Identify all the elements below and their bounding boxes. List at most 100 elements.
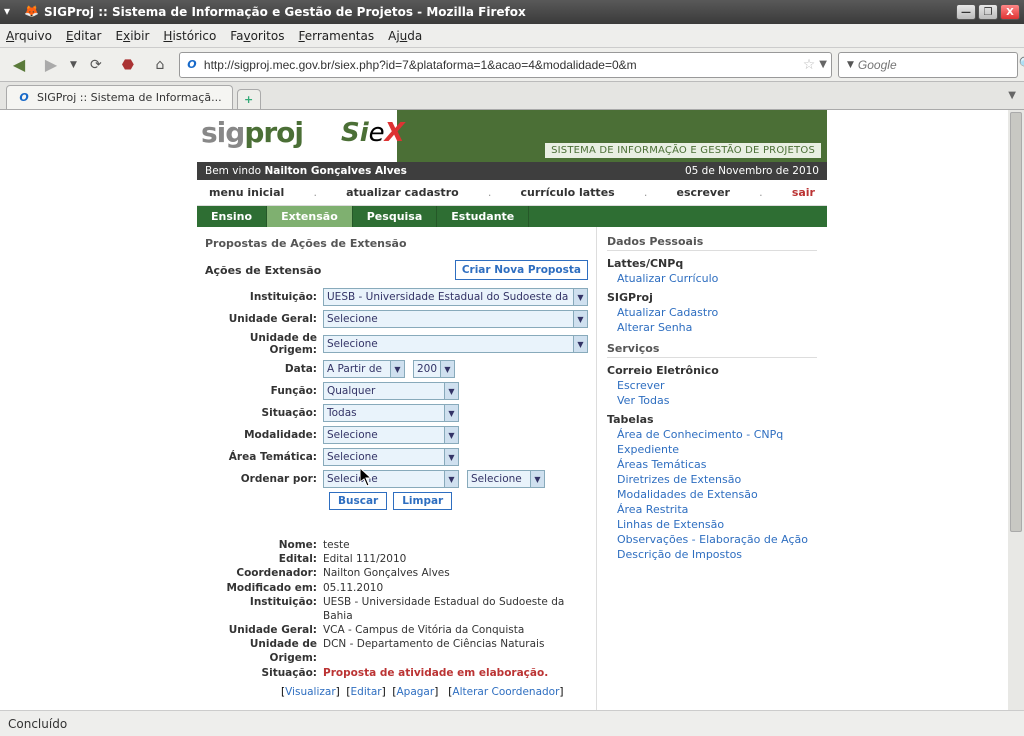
browser-menubar: AArquivorquivo Editar Exibir Histórico F… [0, 24, 1024, 48]
browser-tab[interactable]: O SIGProj :: Sistema de Informaçã... [6, 85, 233, 109]
link-expediente[interactable]: Expediente [617, 443, 817, 456]
link-curriculo-lattes[interactable]: currículo lattes [521, 186, 615, 199]
chevron-down-icon: ▼ [444, 383, 458, 399]
new-proposal-button[interactable]: Criar Nova Proposta [455, 260, 588, 280]
result-actions: [Visualizar] [Editar] [Apagar] [Alterar … [281, 686, 588, 698]
link-linhas-extensao[interactable]: Linhas de Extensão [617, 518, 817, 531]
search-bar[interactable]: ▼ 🔍 [838, 52, 1018, 78]
action-apagar[interactable]: Apagar [396, 686, 434, 698]
buscar-button[interactable]: Buscar [329, 492, 387, 510]
search-input[interactable] [858, 58, 1015, 72]
select-area-tematica[interactable]: Selecione▼ [323, 448, 459, 466]
link-diretrizes-extensao[interactable]: Diretrizes de Extensão [617, 473, 817, 486]
menu-arquivo[interactable]: AArquivorquivo [6, 29, 52, 43]
label-situacao: Situação: [205, 407, 323, 419]
site-identity-icon[interactable]: O [184, 57, 200, 73]
select-funcao[interactable]: Qualquer▼ [323, 382, 459, 400]
sidebar-cat-sigproj: SIGProj [607, 291, 817, 304]
link-area-conhecimento[interactable]: Área de Conhecimento - CNPq [617, 428, 817, 441]
page-subtitle: Ações de Extensão [205, 264, 321, 277]
app-menu-icon[interactable]: ▾ [4, 4, 20, 20]
label-instituicao: Instituição: [205, 291, 323, 303]
link-atualizar-cadastro[interactable]: Atualizar Cadastro [617, 306, 817, 319]
label-unidade-geral: Unidade Geral: [205, 313, 323, 325]
menu-favoritos[interactable]: Favoritos [230, 29, 284, 43]
minimize-button[interactable]: — [956, 4, 976, 20]
menu-ajuda[interactable]: Ajuda [388, 29, 422, 43]
close-button[interactable]: X [1000, 4, 1020, 20]
select-instituicao[interactable]: UESB - Universidade Estadual do Sudoeste… [323, 288, 588, 306]
link-escrever[interactable]: escrever [677, 186, 730, 199]
select-unidade-origem[interactable]: Selecione▼ [323, 335, 588, 353]
maximize-button[interactable]: ❐ [978, 4, 998, 20]
sigproj-logo: sigproj [201, 116, 303, 149]
site-header: sigproj SieX SISTEMA DE INFORMAÇÃO E GES… [197, 110, 827, 162]
link-area-restrita[interactable]: Área Restrita [617, 503, 817, 516]
url-input[interactable] [204, 58, 799, 72]
scrollbar-thumb[interactable] [1010, 112, 1022, 532]
search-icon[interactable]: 🔍 [1019, 57, 1024, 72]
select-situacao[interactable]: Todas▼ [323, 404, 459, 422]
current-date: 05 de Novembro de 2010 [685, 165, 819, 177]
label-funcao: Função: [205, 385, 323, 397]
bookmark-star-icon[interactable]: ☆ [803, 57, 816, 73]
select-modalidade[interactable]: Selecione▼ [323, 426, 459, 444]
page-viewport: sigproj SieX SISTEMA DE INFORMAÇÃO E GES… [0, 110, 1024, 710]
select-ordenar-1[interactable]: Selecione▼ [323, 470, 459, 488]
label-unidade-origem: Unidade de Origem: [205, 332, 323, 356]
home-button[interactable]: ⌂ [147, 52, 173, 78]
link-sair[interactable]: sair [792, 186, 815, 199]
url-dropdown-icon[interactable]: ▼ [819, 59, 827, 70]
link-atualizar-curriculo[interactable]: Atualizar Currículo [617, 272, 817, 285]
sidebar-header-servicos: Serviços [607, 340, 817, 358]
top-menu: menu inicial . atualizar cadastro . curr… [197, 180, 827, 206]
select-unidade-geral[interactable]: Selecione▼ [323, 310, 588, 328]
browser-toolbar: ◀ ▶ ▼ ⟳ ⬣ ⌂ O ☆ ▼ ▼ 🔍 [0, 48, 1024, 82]
chevron-down-icon: ▼ [573, 289, 587, 305]
tab-favicon: O [17, 91, 31, 105]
select-ordenar-2[interactable]: Selecione▼ [467, 470, 545, 488]
new-tab-button[interactable]: + [237, 89, 261, 109]
link-atualizar-cadastro[interactable]: atualizar cadastro [346, 186, 459, 199]
module-tabs: Ensino Extensão Pesquisa Estudante [197, 206, 827, 227]
menu-exibir[interactable]: Exibir [116, 29, 150, 43]
menu-historico[interactable]: Histórico [163, 29, 216, 43]
tab-label: SIGProj :: Sistema de Informaçã... [37, 91, 222, 104]
action-editar[interactable]: Editar [351, 686, 382, 698]
menu-ferramentas[interactable]: Ferramentas [298, 29, 374, 43]
chevron-down-icon: ▼ [573, 311, 587, 327]
chevron-down-icon: ▼ [444, 471, 458, 487]
siex-logo: SieX [341, 118, 405, 148]
back-button[interactable]: ◀ [6, 52, 32, 78]
chevron-down-icon: ▼ [530, 471, 544, 487]
sidebar-cat-lattes: Lattes/CNPq [607, 257, 817, 270]
link-alterar-senha[interactable]: Alterar Senha [617, 321, 817, 334]
status-bar: Concluído [0, 710, 1024, 736]
link-descricao-impostos[interactable]: Descrição de Impostos [617, 548, 817, 561]
limpar-button[interactable]: Limpar [393, 492, 452, 510]
stop-button[interactable]: ⬣ [115, 52, 141, 78]
menu-editar[interactable]: Editar [66, 29, 102, 43]
reload-button[interactable]: ⟳ [83, 52, 109, 78]
select-data-modo[interactable]: A Partir de▼ [323, 360, 405, 378]
select-data-ano[interactable]: 200▼ [413, 360, 455, 378]
chevron-down-icon: ▼ [444, 449, 458, 465]
url-bar[interactable]: O ☆ ▼ [179, 52, 832, 78]
link-menu-inicial[interactable]: menu inicial [209, 186, 284, 199]
link-observacoes[interactable]: Observações - Elaboração de Ação [617, 533, 817, 546]
link-ver-todas[interactable]: Ver Todas [617, 394, 817, 407]
tab-estudante[interactable]: Estudante [437, 206, 529, 227]
link-modalidades-extensao[interactable]: Modalidades de Extensão [617, 488, 817, 501]
action-visualizar[interactable]: Visualizar [285, 686, 336, 698]
forward-button[interactable]: ▶ [38, 52, 64, 78]
vertical-scrollbar[interactable] [1008, 110, 1024, 710]
tab-ensino[interactable]: Ensino [197, 206, 267, 227]
tab-extensao[interactable]: Extensão [267, 206, 353, 227]
link-areas-tematicas[interactable]: Áreas Temáticas [617, 458, 817, 471]
list-all-tabs-icon[interactable]: ▼ [1008, 90, 1016, 101]
chevron-down-icon: ▼ [444, 405, 458, 421]
tab-pesquisa[interactable]: Pesquisa [353, 206, 438, 227]
action-alterar-coordenador[interactable]: Alterar Coordenador [452, 686, 559, 698]
chevron-down-icon: ▼ [440, 361, 454, 377]
link-escrever[interactable]: Escrever [617, 379, 817, 392]
